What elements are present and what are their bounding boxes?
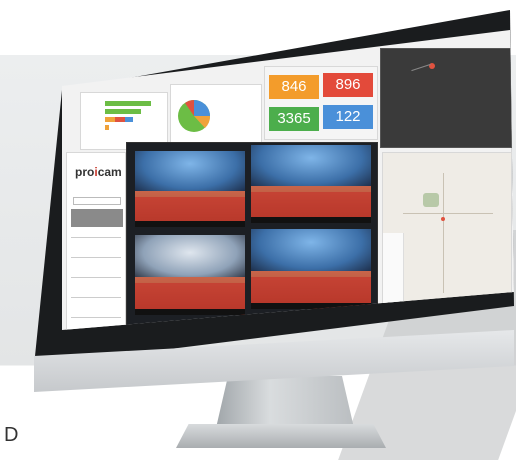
pie-slice-blue (194, 100, 210, 116)
background-letter: D (4, 424, 19, 446)
divider (71, 257, 121, 258)
stat-tile-3: 3365 (269, 107, 319, 131)
map-road (443, 173, 444, 293)
pie-chart (178, 100, 211, 132)
map-area (423, 193, 439, 207)
chart-bar-3 (105, 117, 115, 122)
divider (71, 297, 121, 298)
map-marker (441, 217, 445, 221)
stats-panel: 846 896 3365 122 (264, 66, 378, 140)
chart-bar-1 (105, 101, 151, 106)
chart-bar-4 (115, 117, 125, 122)
map-sidebar (383, 233, 404, 313)
dark-map-panel (380, 48, 512, 148)
divider (71, 237, 121, 238)
map-route (411, 63, 431, 72)
divider (71, 317, 121, 318)
chart-bar-5 (125, 117, 133, 122)
monitor-stand-neck (216, 376, 354, 428)
search-input[interactable] (73, 197, 121, 205)
chart-bar-2 (105, 109, 141, 114)
sidebar-panel: proicam (66, 152, 126, 330)
app-logo: proicam (75, 165, 122, 179)
street-map-panel (382, 152, 512, 314)
monitor-stand-base (176, 424, 386, 448)
stat-tile-4: 122 (323, 105, 373, 129)
camera-feed-1[interactable] (135, 151, 245, 227)
divider (71, 277, 121, 278)
chart-bar-6 (105, 125, 109, 130)
camera-feed-3[interactable] (135, 235, 245, 315)
stat-tile-1: 846 (269, 75, 319, 99)
stat-tile-2: 896 (323, 73, 373, 97)
camera-feed-2[interactable] (251, 145, 371, 223)
selected-list-item[interactable] (71, 209, 123, 227)
pie-chart-panel (170, 84, 262, 146)
camera-feed-4[interactable] (251, 229, 371, 309)
map-road (403, 213, 493, 214)
camera-grid-panel (126, 142, 378, 330)
